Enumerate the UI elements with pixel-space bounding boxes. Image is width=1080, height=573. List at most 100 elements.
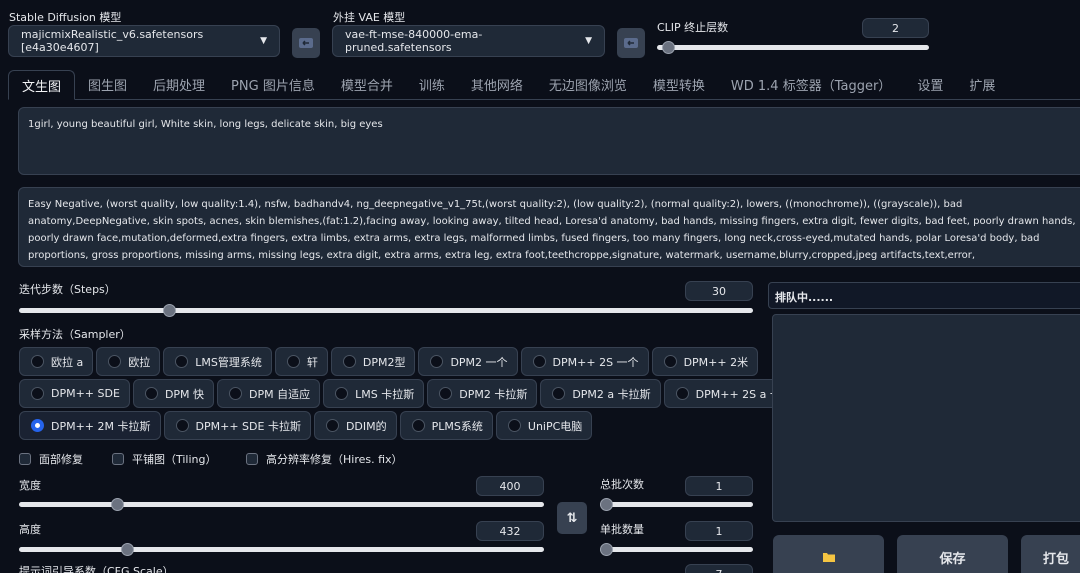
sampler-row: DPM++ SDE DPM 快 DPM 自适应 LMS 卡拉斯 DPM2 卡拉斯 DPM2… bbox=[19, 379, 813, 408]
positive-prompt-input[interactable]: 1girl, young beautiful girl, White skin,… bbox=[18, 107, 1080, 175]
clip-slider[interactable] bbox=[657, 36, 929, 58]
sampler-option[interactable]: UniPC电脑 bbox=[495, 411, 593, 440]
refresh-model-button[interactable] bbox=[292, 28, 320, 58]
sampler-option[interactable]: 欧拉 a bbox=[19, 347, 94, 376]
radio-dot[interactable] bbox=[430, 355, 444, 368]
sampler-option[interactable]: 轩 bbox=[274, 347, 328, 376]
radio-dot[interactable] bbox=[507, 419, 521, 432]
sampler-option-label: DPM2型 bbox=[362, 355, 406, 369]
radio-dot[interactable] bbox=[31, 419, 44, 432]
radio-dot[interactable] bbox=[675, 387, 689, 400]
queue-status-bar: 排队中...... bbox=[768, 282, 1080, 309]
tab-8[interactable]: 模型转换 bbox=[640, 70, 718, 99]
steps-number-input[interactable]: 30 bbox=[685, 281, 753, 301]
clip-label: CLIP 终止层数 bbox=[657, 21, 729, 34]
tab-2[interactable]: 后期处理 bbox=[140, 70, 218, 99]
radio-dot[interactable] bbox=[411, 419, 425, 432]
negative-prompt-input[interactable]: Easy Negative, (worst quality, low quali… bbox=[18, 187, 1080, 267]
radio-dot[interactable] bbox=[175, 419, 189, 432]
hires-fix-checkbox[interactable]: 高分辨率修复（Hires. fix） bbox=[246, 451, 403, 467]
sampler-option-label: 欧拉 a bbox=[51, 355, 84, 369]
height-slider[interactable] bbox=[19, 538, 544, 560]
batch-count-label: 总批次数 bbox=[600, 478, 644, 491]
tab-7[interactable]: 无边图像浏览 bbox=[536, 70, 640, 99]
slider-thumb[interactable] bbox=[163, 304, 177, 317]
zip-button[interactable]: 打包 bbox=[1021, 535, 1080, 573]
sampler-option-label: DPM++ 2M 卡拉斯 bbox=[51, 419, 151, 433]
radio-dot[interactable] bbox=[532, 355, 546, 368]
radio-dot[interactable] bbox=[342, 355, 356, 368]
radio-dot[interactable] bbox=[552, 387, 566, 400]
options-checkboxes: 面部修复 平铺图（Tiling） 高分辨率修复（Hires. fix） bbox=[19, 451, 403, 467]
tab-11[interactable]: 扩展 bbox=[956, 70, 1008, 99]
radio-dot[interactable] bbox=[108, 355, 122, 368]
radio-dot[interactable] bbox=[286, 355, 300, 368]
sampler-option[interactable]: DPM++ SDE bbox=[19, 379, 130, 408]
tab-4[interactable]: 模型合并 bbox=[328, 70, 406, 99]
radio-dot[interactable] bbox=[175, 355, 189, 368]
radio-dot[interactable] bbox=[31, 355, 44, 368]
save-button[interactable]: 保存 bbox=[897, 535, 1008, 573]
open-folder-button[interactable] bbox=[773, 535, 884, 573]
sampler-option[interactable]: LMS 卡拉斯 bbox=[323, 379, 425, 408]
slider-thumb[interactable] bbox=[111, 498, 125, 511]
clip-number-input[interactable]: 2 bbox=[862, 18, 929, 38]
refresh-vae-button[interactable] bbox=[617, 28, 645, 58]
cfg-number-input[interactable]: 7 bbox=[685, 564, 753, 573]
radio-dot[interactable] bbox=[335, 387, 349, 400]
sampler-option[interactable]: DPM++ 2S 一个 bbox=[520, 347, 649, 376]
radio-dot[interactable] bbox=[31, 387, 44, 400]
checkbox-box[interactable] bbox=[19, 453, 31, 465]
slider-track bbox=[19, 308, 753, 313]
sampler-option[interactable]: 欧拉 bbox=[96, 347, 161, 376]
sampler-row: 欧拉 a 欧拉 LMS管理系统 轩 DPM2型 DPM2 一个 DPM++ 2S 一个 DPM… bbox=[19, 347, 813, 376]
sampler-option[interactable]: DPM++ 2M 卡拉斯 bbox=[19, 411, 161, 440]
slider-thumb[interactable] bbox=[121, 543, 135, 556]
sampler-option[interactable]: DPM 自适应 bbox=[217, 379, 321, 408]
sampler-option[interactable]: DPM2 一个 bbox=[418, 347, 518, 376]
radio-dot[interactable] bbox=[325, 419, 339, 432]
swap-dimensions-button[interactable]: ⇅ bbox=[557, 502, 587, 534]
tab-10[interactable]: 设置 bbox=[904, 70, 956, 99]
slider-thumb[interactable] bbox=[600, 498, 613, 511]
tab-5[interactable]: 训练 bbox=[406, 70, 458, 99]
radio-dot[interactable] bbox=[144, 387, 158, 400]
vae-dropdown[interactable]: vae-ft-mse-840000-ema-pruned.safetensors… bbox=[332, 25, 605, 57]
slider-track bbox=[19, 502, 544, 507]
slider-thumb[interactable] bbox=[662, 41, 676, 54]
tab-1[interactable]: 图生图 bbox=[75, 70, 140, 99]
tab-3[interactable]: PNG 图片信息 bbox=[218, 70, 328, 99]
sampler-option-label: DPM2 一个 bbox=[450, 355, 508, 369]
tab-9[interactable]: WD 1.4 标签器（Tagger） bbox=[718, 70, 904, 99]
steps-slider[interactable] bbox=[19, 299, 753, 321]
sampler-option[interactable]: DPM 快 bbox=[132, 379, 215, 408]
checkbox-box[interactable] bbox=[112, 453, 124, 465]
radio-dot[interactable] bbox=[439, 387, 453, 400]
sampler-option-label: DPM2 卡拉斯 bbox=[459, 387, 528, 401]
batch-size-slider[interactable] bbox=[600, 538, 753, 560]
sampler-option[interactable]: DDIM的 bbox=[313, 411, 397, 440]
width-slider[interactable] bbox=[19, 493, 544, 515]
model-dropdown[interactable]: majicmixRealistic_v6.safetensors [e4a30e… bbox=[8, 25, 280, 57]
sampler-option[interactable]: LMS管理系统 bbox=[163, 347, 272, 376]
sampler-option[interactable]: DPM2 卡拉斯 bbox=[427, 379, 538, 408]
sampler-option[interactable]: PLMS系统 bbox=[399, 411, 493, 440]
batch-count-slider[interactable] bbox=[600, 493, 753, 515]
sampler-option[interactable]: DPM++ SDE 卡拉斯 bbox=[163, 411, 311, 440]
chevron-down-icon: ▼ bbox=[260, 36, 267, 46]
sampler-option-label: 轩 bbox=[306, 355, 318, 369]
sampler-option[interactable]: DPM++ 2米 bbox=[651, 347, 759, 376]
slider-thumb[interactable] bbox=[600, 543, 613, 556]
tab-0[interactable]: 文生图 bbox=[8, 70, 76, 100]
radio-dot[interactable] bbox=[229, 387, 243, 400]
sampler-option-label: LMS 卡拉斯 bbox=[355, 387, 415, 401]
sampler-option[interactable]: DPM2型 bbox=[330, 347, 416, 376]
tab-6[interactable]: 其他网络 bbox=[458, 70, 536, 99]
radio-dot[interactable] bbox=[663, 355, 677, 368]
checkbox-box[interactable] bbox=[246, 453, 258, 465]
sampler-row: DPM++ 2M 卡拉斯 DPM++ SDE 卡拉斯 DDIM的 PLMS系统 UniP… bbox=[19, 411, 813, 440]
face-restore-checkbox[interactable]: 面部修复 bbox=[19, 451, 112, 467]
sampler-option[interactable]: DPM2 a 卡拉斯 bbox=[540, 379, 661, 408]
cfg-label: 提示词引导系数（CFG Scale） bbox=[19, 565, 174, 573]
tiling-checkbox[interactable]: 平铺图（Tiling） bbox=[112, 451, 246, 467]
